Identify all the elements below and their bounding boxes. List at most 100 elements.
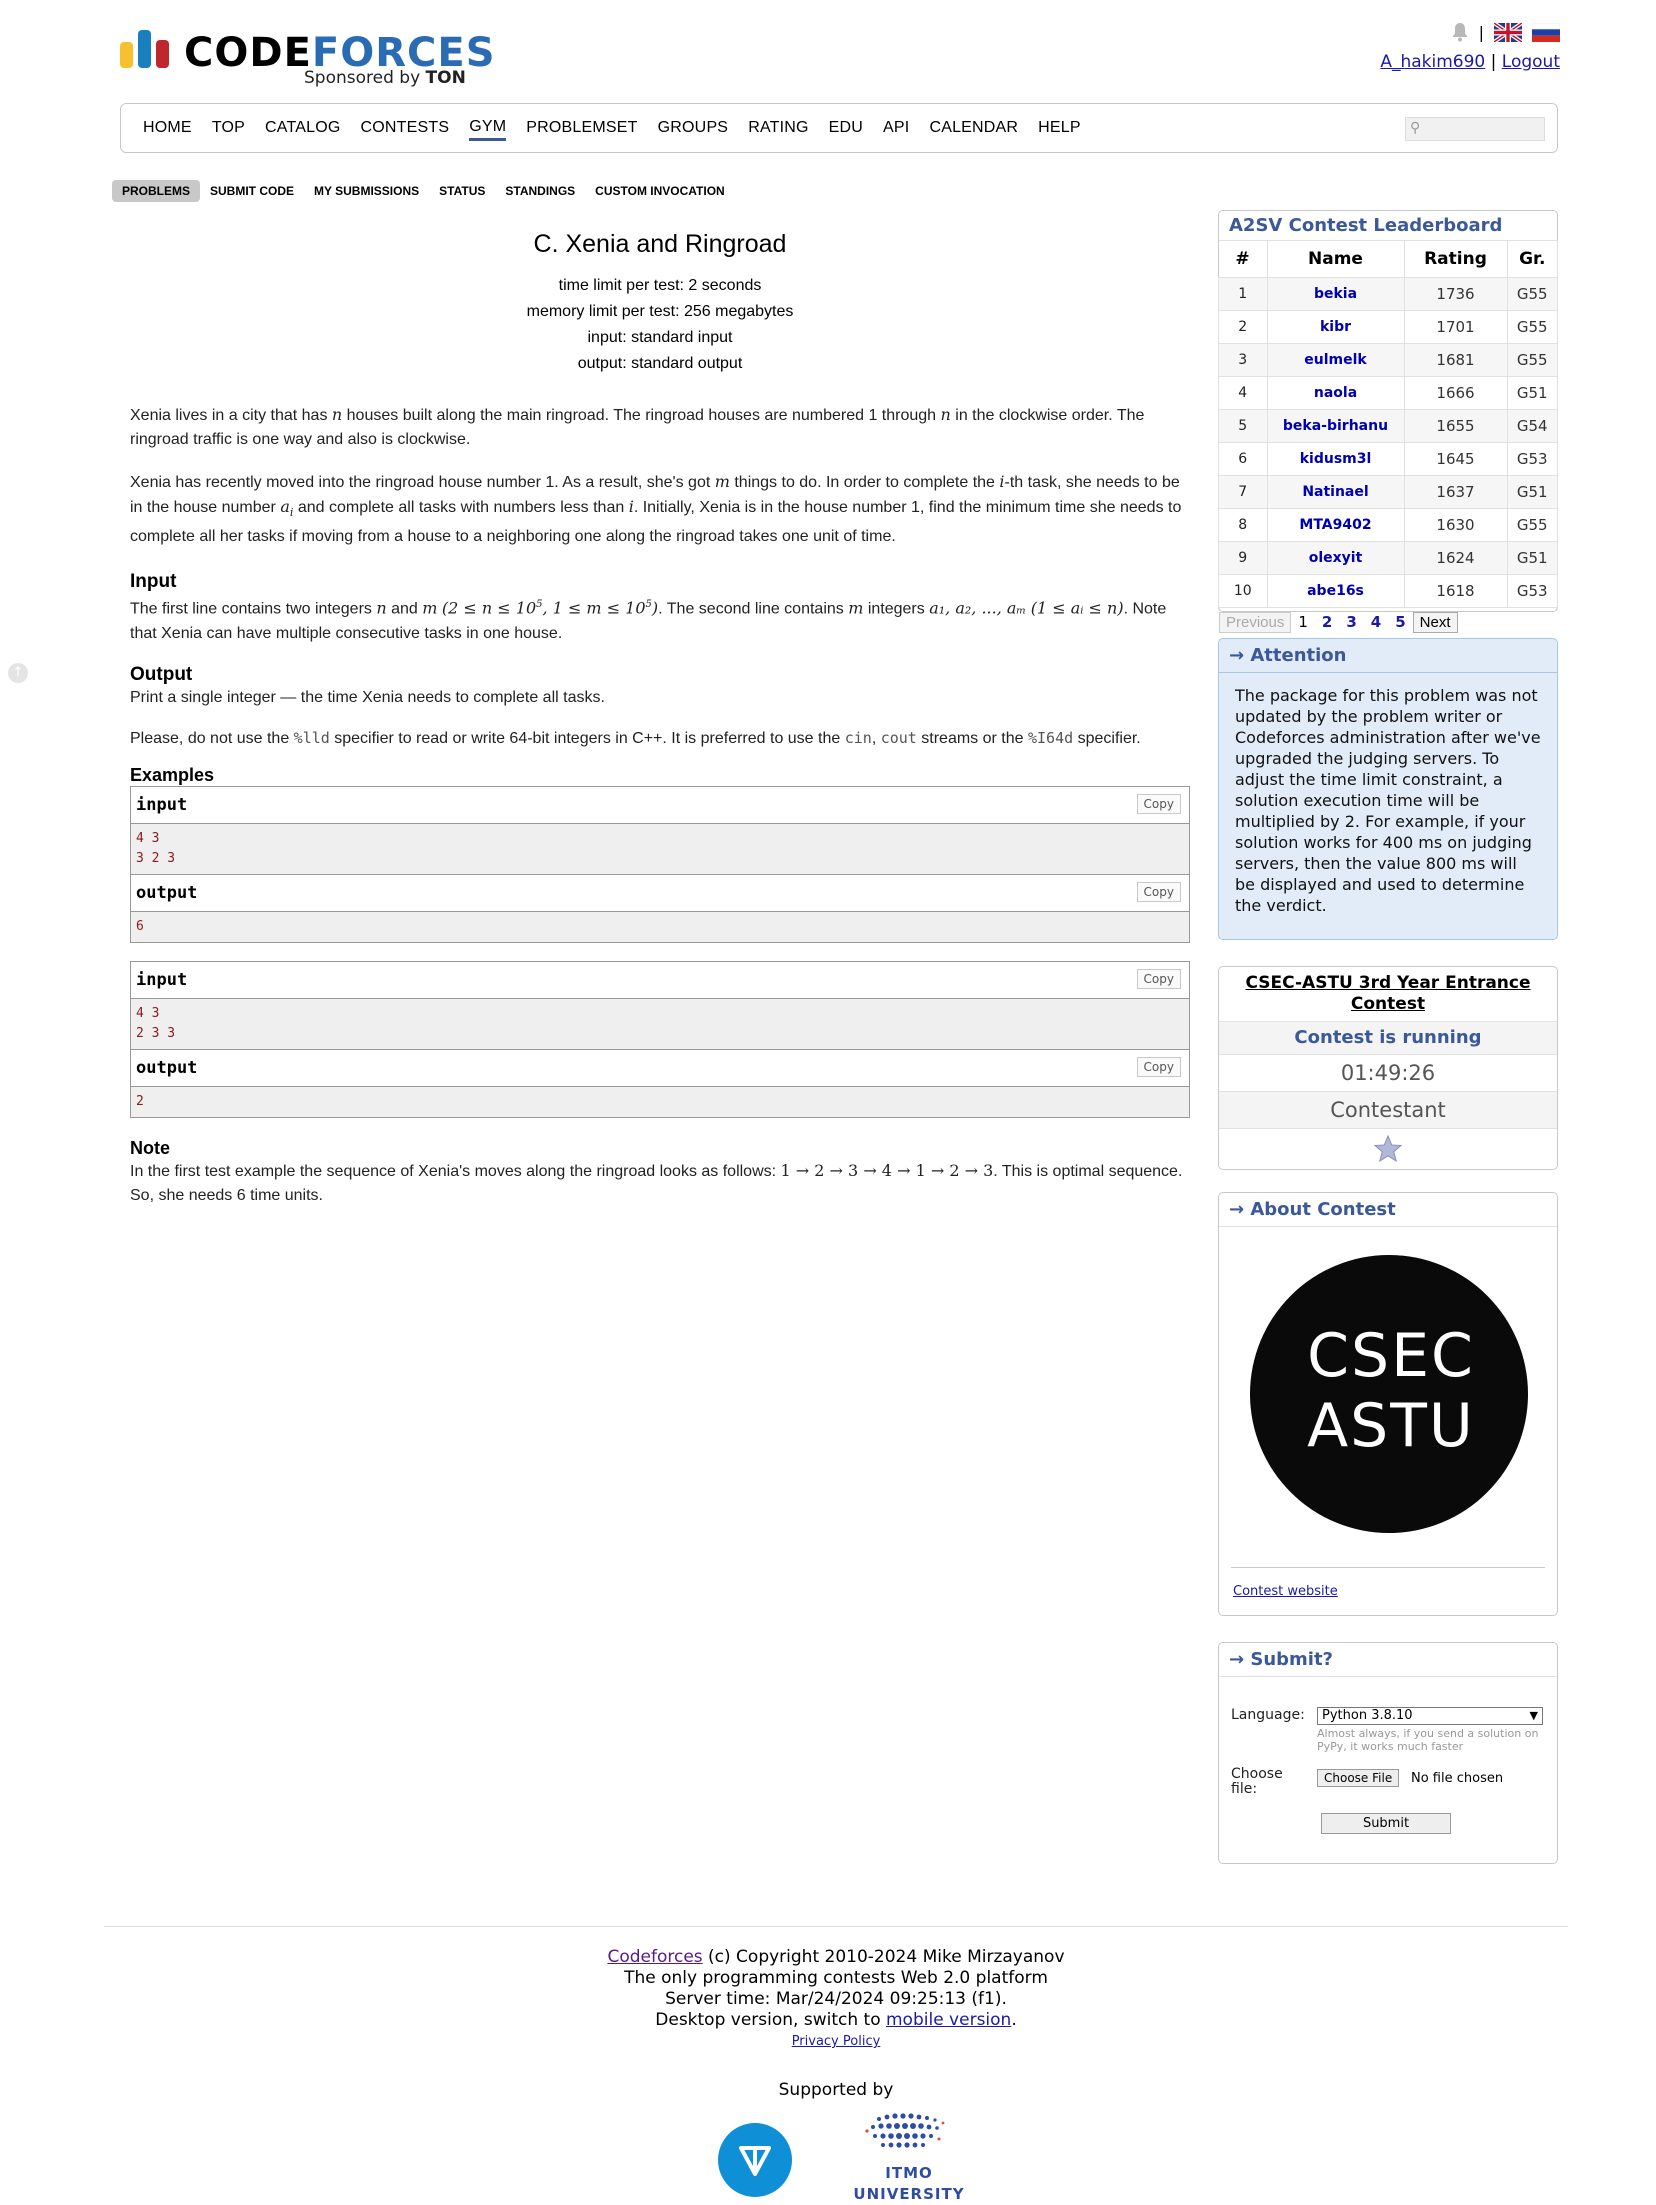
legend-paragraph-2: Xenia has recently moved into the ringro… [130, 472, 1182, 546]
user-link[interactable]: Natinael [1266, 475, 1405, 509]
examples-title: Examples [130, 764, 215, 785]
note-title: Note [130, 1137, 170, 1158]
russia-flag-icon[interactable] [1532, 22, 1560, 42]
logout-link[interactable]: Logout [1502, 52, 1560, 72]
language-select[interactable]: Python 3.8.10 ▼ [1317, 1707, 1543, 1725]
nav-rating[interactable]: RATING [748, 117, 808, 139]
io-warning: Please, do not use the %lld specifier to… [130, 728, 1141, 747]
example-input[interactable]: 4 33 2 3 [131, 823, 1189, 875]
copy-button[interactable]: Copy [1136, 793, 1181, 814]
main-menu: HOME TOP CATALOG CONTESTS GYM PROBLEMSET… [120, 103, 1558, 153]
user-link[interactable]: olexyit [1266, 541, 1405, 575]
tab-my-submissions[interactable]: MY SUBMISSIONS [304, 180, 429, 202]
nav-edu[interactable]: EDU [829, 117, 863, 139]
page-5[interactable]: 5 [1395, 613, 1405, 631]
logo-line-1: CSEC [1307, 1321, 1475, 1391]
star-icon[interactable] [1373, 1134, 1403, 1164]
contest-website-link[interactable]: Contest website [1233, 1584, 1338, 1599]
submit-box: → Submit? Language: Python 3.8.10 ▼ Almos… [1218, 1642, 1558, 1864]
tab-status[interactable]: STATUS [429, 180, 495, 202]
leaderboard-pagination: Previous 1 2 3 4 5 Next [1219, 608, 1557, 636]
itmo-logo[interactable]: ITMO UNIVERSITY [834, 2109, 984, 2203]
language-label: Language: [1231, 1707, 1305, 1723]
scroll-up-icon[interactable]: ↑ [8, 663, 28, 683]
user-link[interactable]: MTA9402 [1266, 508, 1405, 542]
logo-line-2: ASTU [1307, 1391, 1475, 1461]
col-rating: Rating [1404, 240, 1508, 278]
mobile-version-link[interactable]: mobile version [886, 2010, 1011, 2030]
user-link[interactable]: beka-birhanu [1266, 409, 1405, 443]
time-limit: time limit per test: 2 seconds [558, 277, 762, 294]
example-1: input Copy 4 33 2 3 output Copy 6 [130, 785, 1190, 943]
leaderboard-title: A2SV Contest Leaderboard [1229, 215, 1503, 236]
copy-button[interactable]: Copy [1136, 968, 1181, 989]
codeforces-logo[interactable]: CODEFORCES Sponsored by TON [120, 28, 495, 92]
language-hint: Almost always, if you send a solution on… [1317, 1727, 1539, 1753]
output-spec: Print a single integer — the time Xenia … [130, 688, 605, 706]
user-link[interactable]: abe16s [1266, 574, 1405, 608]
contest-name-link[interactable]: CSEC-ASTU 3rd Year Entrance Contest [1219, 967, 1557, 1021]
note-text: In the first test example the sequence o… [130, 1160, 1183, 1204]
tab-custom-invocation[interactable]: CUSTOM INVOCATION [585, 180, 735, 202]
copy-button[interactable]: Copy [1136, 1056, 1181, 1077]
search-input[interactable]: ⚲ [1405, 117, 1545, 141]
page-4[interactable]: 4 [1371, 613, 1381, 631]
bell-icon[interactable] [1451, 22, 1469, 42]
example-input-label: input [136, 794, 188, 815]
attention-text: The package for this problem was not upd… [1235, 686, 1541, 915]
nav-problemset[interactable]: PROBLEMSET [526, 117, 637, 139]
nav-gym[interactable]: GYM [469, 116, 507, 141]
previous-button[interactable]: Previous [1219, 611, 1292, 633]
user-link[interactable]: naola [1266, 376, 1405, 410]
submit-button[interactable]: Submit [1321, 1813, 1451, 1834]
nav-api[interactable]: API [883, 117, 909, 139]
leaderboard-box: A2SV Contest Leaderboard # Name Rating G… [1218, 210, 1558, 633]
input-section-title: Input [130, 571, 177, 593]
next-button[interactable]: Next [1412, 611, 1458, 633]
logo-bars-icon [120, 30, 172, 68]
submit-title: → Submit? [1219, 1643, 1557, 1677]
file-label: Choose file: [1231, 1766, 1283, 1797]
copy-button[interactable]: Copy [1136, 881, 1181, 902]
table-row: 7 Natinael 1637 G51 [1218, 475, 1558, 509]
ton-logo-icon[interactable] [718, 2123, 792, 2197]
nav-calendar[interactable]: CALENDAR [929, 117, 1018, 139]
itmo-label: ITMO UNIVERSITY [853, 2164, 965, 2203]
logo-sponsor: Sponsored by TON [304, 68, 466, 88]
itmo-dots-icon [865, 2113, 945, 2148]
tab-standings[interactable]: STANDINGS [495, 180, 585, 202]
nav-groups[interactable]: GROUPS [658, 117, 729, 139]
page-1[interactable]: 1 [1298, 613, 1308, 631]
input-spec: The first line contains two integers n a… [130, 598, 1167, 642]
user-link[interactable]: kidusm3l [1266, 442, 1405, 476]
tab-submit-code[interactable]: SUBMIT CODE [200, 180, 304, 202]
nav-help[interactable]: HELP [1038, 117, 1081, 139]
nav-contests[interactable]: CONTESTS [361, 117, 450, 139]
table-row: 3 eulmelk 1681 G55 [1218, 343, 1558, 377]
example-input[interactable]: 4 32 3 3 [131, 998, 1189, 1050]
user-link[interactable]: eulmelk [1266, 343, 1405, 377]
username-link[interactable]: A_hakim690 [1380, 52, 1485, 72]
example-output[interactable]: 2 [131, 1086, 1189, 1117]
table-row: 1 bekia 1736 G55 [1218, 277, 1558, 311]
codeforces-link[interactable]: Codeforces [607, 1947, 702, 1967]
contest-role: Contestant [1219, 1091, 1557, 1128]
tab-problems[interactable]: PROBLEMS [112, 180, 201, 202]
privacy-policy-link[interactable]: Privacy Policy [792, 2034, 881, 2049]
supported-by: Supported by [778, 2080, 894, 2100]
nav-home[interactable]: HOME [143, 117, 192, 139]
uk-flag-icon[interactable] [1494, 22, 1522, 42]
second-level-menu: PROBLEMS SUBMIT CODE MY SUBMISSIONS STAT… [112, 180, 735, 202]
nav-catalog[interactable]: CATALOG [265, 117, 341, 139]
page-2[interactable]: 2 [1322, 613, 1332, 631]
server-time: Server time: Mar/24/2024 09:25:13 (f1). [665, 1989, 1007, 2009]
example-output-label: output [136, 882, 198, 903]
user-link[interactable]: bekia [1266, 277, 1405, 311]
user-link[interactable]: kibr [1266, 310, 1405, 344]
page-3[interactable]: 3 [1346, 613, 1356, 631]
header-user-area: | A_hakim690 | Logout [1260, 18, 1560, 72]
chevron-down-icon: ▼ [1529, 1709, 1538, 1722]
choose-file-button[interactable]: Choose File [1317, 1769, 1400, 1787]
example-output[interactable]: 6 [131, 911, 1189, 942]
nav-top[interactable]: TOP [212, 117, 245, 139]
